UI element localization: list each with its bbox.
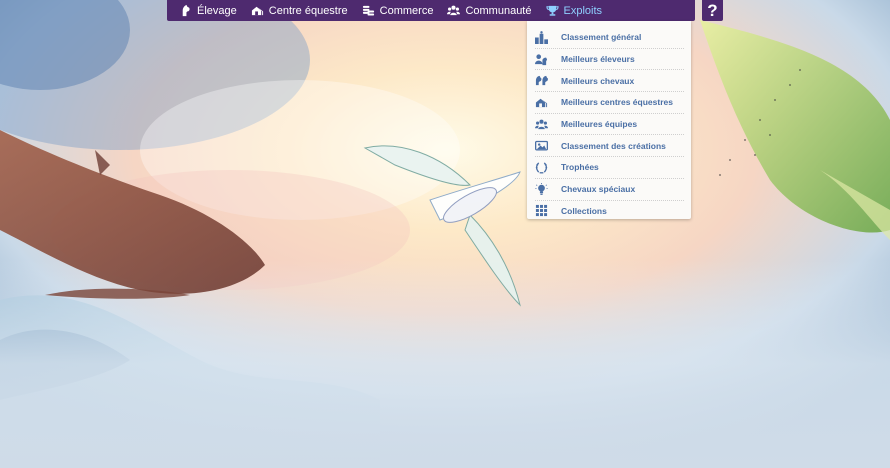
laurel-icon [535, 161, 548, 174]
nav-label: Exploits [563, 4, 603, 17]
background-illustration [0, 0, 890, 468]
menu-item-meilleurs-eleveurs[interactable]: Meilleurs éleveurs [535, 49, 684, 71]
menu-item-label: Classement général [561, 32, 642, 43]
team-icon [535, 118, 548, 131]
breeders-icon [535, 53, 548, 66]
nav-centre-equestre[interactable]: Centre équestre [244, 0, 355, 21]
menu-item-trophees[interactable]: Trophées [535, 157, 684, 179]
coins-icon [362, 4, 375, 17]
menu-item-meilleures-equipes[interactable]: Meilleures équipes [535, 114, 684, 136]
menu-item-label: Meilleurs éleveurs [561, 54, 635, 65]
menu-item-classement-des-creations[interactable]: Classement des créations [535, 135, 684, 158]
lightbulb-icon [535, 182, 548, 196]
nav-elevage[interactable]: Élevage [172, 0, 244, 21]
nav-exploits[interactable]: Exploits [539, 0, 610, 21]
stable-icon [251, 4, 264, 17]
nav-label: Élevage [197, 4, 237, 17]
menu-item-label: Trophées [561, 162, 599, 173]
horses-icon [535, 74, 548, 87]
menu-item-meilleurs-centres-equestres[interactable]: Meilleurs centres équestres [535, 92, 684, 114]
nav-label: Commerce [379, 4, 434, 17]
people-icon [447, 4, 461, 17]
menu-item-label: Meilleurs chevaux [561, 75, 635, 86]
help-button[interactable]: ? [702, 0, 723, 21]
menu-item-label: Meilleures équipes [561, 119, 638, 130]
trophy-icon [545, 4, 559, 17]
main-nav: Élevage Centre équestre Commerce Communa… [167, 0, 695, 21]
menu-item-label: Classement des créations [561, 140, 666, 151]
stable-icon [535, 96, 548, 109]
menu-item-chevaux-speciaux[interactable]: Chevaux spéciaux [535, 179, 684, 201]
nav-communaute[interactable]: Communauté [440, 0, 538, 21]
menu-item-label: Chevaux spéciaux [561, 184, 636, 195]
grid-icon [535, 204, 548, 217]
help-label: ? [707, 0, 718, 20]
nav-label: Communauté [465, 4, 532, 17]
nav-commerce[interactable]: Commerce [355, 0, 441, 21]
horse-head-icon [179, 4, 192, 17]
exploits-dropdown-menu: Classement général Meilleurs éleveurs Me… [527, 21, 691, 219]
menu-item-label: Collections [561, 205, 607, 216]
menu-item-classement-general[interactable]: Classement général [535, 27, 684, 49]
creations-icon [535, 139, 548, 152]
menu-item-collections[interactable]: Collections [535, 201, 684, 222]
podium-icon [535, 31, 548, 44]
nav-label: Centre équestre [268, 4, 348, 17]
menu-item-meilleurs-chevaux[interactable]: Meilleurs chevaux [535, 70, 684, 93]
menu-item-label: Meilleurs centres équestres [561, 97, 673, 108]
